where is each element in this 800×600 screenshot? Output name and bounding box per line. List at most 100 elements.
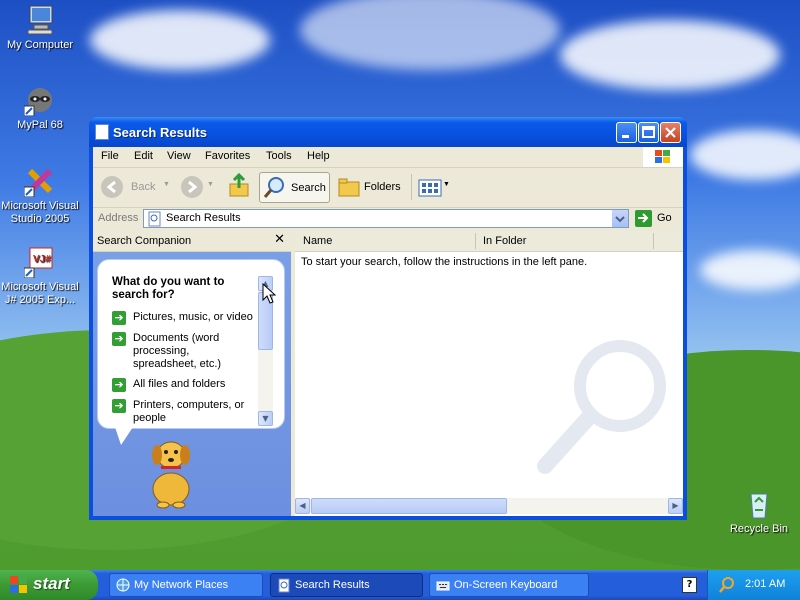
address-dropdown-button[interactable]	[612, 210, 628, 227]
desktop-icon-recycle-bin[interactable]: Recycle Bin	[719, 488, 799, 536]
maximize-button[interactable]	[638, 122, 659, 143]
desktop-icon-visual-studio[interactable]: Microsoft Visual Studio 2005	[0, 165, 80, 226]
desktop-icon-visual-jsharp[interactable]: VJ# Microsoft Visual J# 2005 Exp...	[0, 246, 80, 307]
scroll-left-icon[interactable]: ◀	[295, 498, 310, 514]
option-label: Documents (word processing, spreadsheet,…	[133, 332, 222, 370]
balloon-tail	[115, 427, 133, 445]
search-magnifier-icon	[263, 177, 284, 198]
search-results-doc-icon	[95, 124, 109, 140]
desktop-icon-label: MyPal 68	[17, 119, 63, 131]
close-button[interactable]	[660, 122, 681, 143]
results-pane: Name In Folder To start your search, fol…	[295, 231, 683, 516]
window-title: Search Results	[113, 125, 207, 140]
menu-bar: File Edit View Favorites Tools Help	[93, 147, 683, 168]
visual-studio-icon	[23, 165, 56, 198]
back-dropdown-icon: ▼	[163, 181, 170, 188]
window-titlebar[interactable]: Search Results	[89, 117, 687, 147]
forward-arrow-icon	[181, 176, 203, 198]
task-label: On-Screen Keyboard	[454, 579, 558, 591]
column-name[interactable]: Name	[303, 235, 332, 247]
views-grid-icon	[418, 179, 442, 197]
maximize-icon	[642, 126, 655, 138]
back-label: Back	[131, 181, 156, 193]
help-icon[interactable]: ?	[682, 577, 697, 593]
scroll-down-icon[interactable]: ▼	[258, 411, 273, 426]
visual-jsharp-icon: VJ#	[23, 246, 56, 279]
option-label: All files and folders	[133, 378, 226, 390]
system-tray: 2:01 AM	[707, 570, 800, 600]
option-label: Printers, computers, or people	[133, 399, 245, 424]
folders-label: Folders	[364, 181, 401, 193]
search-results-taskbar-icon	[278, 578, 290, 593]
green-arrow-icon: ➔	[112, 378, 126, 392]
windows-logo-icon	[643, 147, 683, 167]
clock[interactable]: 2:01 AM	[745, 578, 785, 590]
network-places-icon	[116, 578, 130, 592]
go-label: Go	[657, 212, 672, 224]
address-field[interactable]: Search Results	[143, 209, 629, 228]
mouse-pointer-icon	[262, 283, 276, 304]
taskbar: start My Network Places Search Results O…	[0, 570, 800, 600]
task-label: Search Results	[295, 579, 370, 591]
search-button[interactable]: Search	[259, 172, 330, 203]
raccoon-browser-icon	[23, 84, 56, 117]
chevron-down-icon	[615, 216, 625, 223]
results-column-header: Name In Folder	[295, 231, 683, 252]
search-results-small-icon	[148, 211, 161, 227]
minimize-button[interactable]	[616, 122, 637, 143]
menu-help[interactable]: Help	[307, 150, 330, 162]
watermark-magnifier-icon	[537, 340, 666, 474]
desktop-icon-label: Microsoft Visual Studio 2005	[1, 200, 79, 225]
svg-text:VJ#: VJ#	[33, 254, 51, 265]
green-arrow-icon: ➔	[112, 399, 126, 413]
menu-file[interactable]: File	[101, 150, 119, 162]
desktop-icon-mypal[interactable]: MyPal 68	[0, 84, 80, 132]
go-arrow-icon	[635, 210, 652, 227]
column-separator[interactable]	[653, 233, 654, 249]
search-balloon: What do you want to search for? ➔ Pictur…	[97, 259, 285, 429]
minimize-icon	[622, 135, 629, 138]
menu-favorites[interactable]: Favorites	[205, 150, 250, 162]
up-folder-button[interactable]	[227, 172, 253, 203]
computer-icon	[24, 4, 56, 36]
keyboard-icon	[436, 581, 450, 591]
back-button[interactable]: Back ▼	[99, 172, 170, 203]
menu-view[interactable]: View	[167, 150, 191, 162]
search-tray-icon[interactable]	[718, 576, 736, 594]
task-label: My Network Places	[134, 579, 229, 591]
recycle-bin-icon	[743, 488, 775, 520]
start-label: start	[33, 574, 70, 593]
search-results-window: Search Results File Edit View Favorites …	[89, 117, 687, 520]
column-separator[interactable]	[475, 233, 476, 249]
task-my-network-places[interactable]: My Network Places	[109, 573, 263, 597]
menu-edit[interactable]: Edit	[134, 150, 153, 162]
desktop-icon-my-computer[interactable]: My Computer	[0, 4, 80, 52]
folders-button[interactable]: Folders	[334, 172, 404, 203]
scroll-right-icon[interactable]: ▶	[668, 498, 683, 514]
column-in-folder[interactable]: In Folder	[483, 235, 526, 247]
go-button[interactable]: Go	[633, 209, 679, 228]
menu-tools[interactable]: Tools	[266, 150, 292, 162]
task-on-screen-keyboard[interactable]: On-Screen Keyboard	[429, 573, 589, 597]
search-companion-pane: Search Companion ✕ What do you want to s…	[93, 231, 291, 516]
start-button[interactable]: start	[0, 570, 98, 600]
desktop-icon-label: Microsoft Visual J# 2005 Exp...	[1, 281, 79, 306]
address-label: Address	[98, 212, 139, 224]
close-icon	[665, 127, 676, 138]
close-pane-icon[interactable]: ✕	[274, 232, 285, 247]
scroll-thumb[interactable]	[311, 498, 507, 514]
results-horizontal-scrollbar[interactable]: ◀ ▶	[295, 498, 683, 514]
address-bar: Address Search Results Go	[93, 208, 683, 230]
search-label: Search	[291, 182, 326, 194]
desktop-icon-label: Recycle Bin	[729, 523, 789, 535]
forward-button[interactable]: ▼	[179, 172, 219, 203]
toolbar-separator	[411, 174, 412, 200]
views-button[interactable]: ▼	[417, 172, 451, 203]
search-companion-title: Search Companion	[97, 235, 192, 247]
back-arrow-icon	[101, 176, 123, 198]
window-client-area: File Edit View Favorites Tools Help Back…	[93, 147, 683, 516]
task-search-results[interactable]: Search Results	[270, 573, 423, 597]
search-question: What do you want to search for?	[112, 276, 225, 301]
green-arrow-icon: ➔	[112, 332, 126, 346]
standard-toolbar: Back ▼ ▼ Search Folders ▼	[93, 168, 683, 208]
